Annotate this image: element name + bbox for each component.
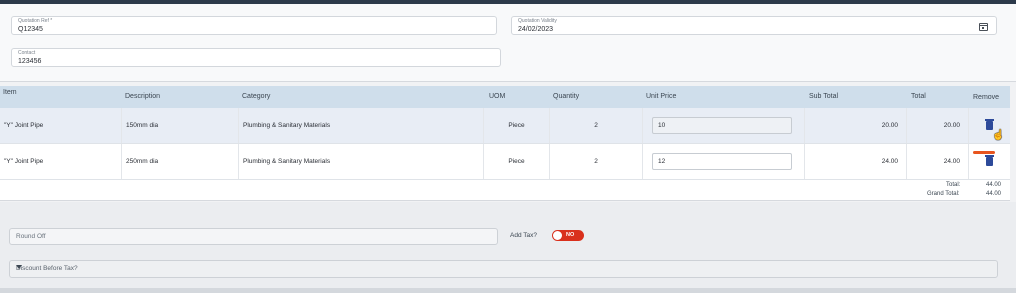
quotation-ref-field[interactable]: Quotation Ref * Q12345 bbox=[11, 16, 497, 35]
unit-price-input[interactable]: 10 bbox=[652, 117, 792, 134]
remove-highlight-mark bbox=[973, 151, 995, 154]
quotation-form: Quotation Ref * Q12345 Quotation Validit… bbox=[0, 4, 1016, 82]
header-total: Total bbox=[911, 93, 926, 100]
options-section: Round Off Add Tax? NO Discount Before Ta… bbox=[0, 202, 1016, 293]
quotation-validity-field[interactable]: Quotation Validity 24/02/2023 bbox=[511, 16, 997, 35]
total-value: 44.00 bbox=[986, 182, 1002, 188]
trash-icon[interactable] bbox=[985, 119, 994, 130]
quotation-validity-label: Quotation Validity bbox=[518, 18, 557, 24]
cell-item: "Y" Joint Pipe bbox=[4, 122, 44, 129]
header-item: Item bbox=[3, 89, 17, 96]
round-off-input[interactable]: Round Off bbox=[9, 228, 498, 245]
unit-price-input[interactable]: 12 bbox=[652, 153, 792, 170]
quotation-validity-value: 24/02/2023 bbox=[518, 26, 554, 33]
round-off-placeholder: Round Off bbox=[16, 233, 46, 240]
add-tax-label: Add Tax? bbox=[510, 232, 537, 239]
cell-quantity[interactable]: 2 bbox=[549, 144, 642, 179]
header-unit-price: Unit Price bbox=[646, 93, 677, 100]
trash-icon[interactable] bbox=[985, 155, 994, 166]
cell-uom: Piece bbox=[483, 108, 549, 143]
cell-remove bbox=[968, 144, 1010, 179]
cell-description: 150mm dia bbox=[121, 108, 238, 143]
header-category: Category bbox=[242, 93, 271, 100]
totals-section: Total: 44.00 Grand Total: 44.00 bbox=[0, 180, 1010, 201]
discount-placeholder: Discount Before Tax? bbox=[16, 265, 78, 272]
table-header: Item Description Category UOM Quantity U… bbox=[0, 86, 1010, 108]
toggle-state-label: NO bbox=[566, 232, 575, 238]
cell-quantity[interactable]: 2 bbox=[549, 108, 642, 143]
discount-before-tax-select[interactable]: Discount Before Tax? bbox=[9, 260, 998, 278]
toggle-knob bbox=[553, 231, 562, 240]
cell-category: Plumbing & Sanitary Materials bbox=[238, 144, 483, 179]
header-quantity: Quantity bbox=[553, 93, 580, 100]
cell-description: 250mm dia bbox=[121, 144, 238, 179]
cell-unit-price: 12 bbox=[642, 144, 804, 179]
bottom-strip bbox=[0, 288, 1016, 293]
cell-total: 24.00 bbox=[906, 144, 968, 179]
header-uom: UOM bbox=[489, 93, 506, 100]
header-sub-total: Sub Total bbox=[809, 93, 839, 100]
cell-uom: Piece bbox=[483, 144, 549, 179]
cell-item: "Y" Joint Pipe bbox=[4, 158, 44, 165]
contact-field[interactable]: Contact 123456 bbox=[11, 48, 501, 67]
header-remove: Remove bbox=[973, 94, 1000, 101]
cell-unit-price: 10 bbox=[642, 108, 804, 143]
chevron-down-icon bbox=[16, 265, 22, 269]
add-tax-toggle[interactable]: NO bbox=[552, 230, 584, 241]
contact-value: 123456 bbox=[18, 58, 42, 65]
quotation-ref-label: Quotation Ref * bbox=[18, 18, 53, 24]
header-description: Description bbox=[125, 93, 161, 100]
cell-category: Plumbing & Sanitary Materials bbox=[238, 108, 483, 143]
grand-total-value: 44.00 bbox=[986, 191, 1002, 197]
cell-sub-total: 20.00 bbox=[804, 108, 906, 143]
cursor-hand-icon: ☝ bbox=[992, 130, 1005, 141]
grand-total-label: Grand Total: bbox=[927, 191, 960, 197]
quotation-ref-value: Q12345 bbox=[18, 26, 43, 33]
cell-sub-total: 24.00 bbox=[804, 144, 906, 179]
contact-label: Contact bbox=[18, 50, 36, 56]
total-label: Total: bbox=[946, 182, 961, 188]
table-row[interactable]: "Y" Joint Pipe 250mm dia Plumbing & Sani… bbox=[0, 144, 1010, 180]
cell-total: 20.00 bbox=[906, 108, 968, 143]
table-row[interactable]: "Y" Joint Pipe 150mm dia Plumbing & Sani… bbox=[0, 108, 1010, 144]
calendar-icon[interactable] bbox=[979, 23, 988, 31]
